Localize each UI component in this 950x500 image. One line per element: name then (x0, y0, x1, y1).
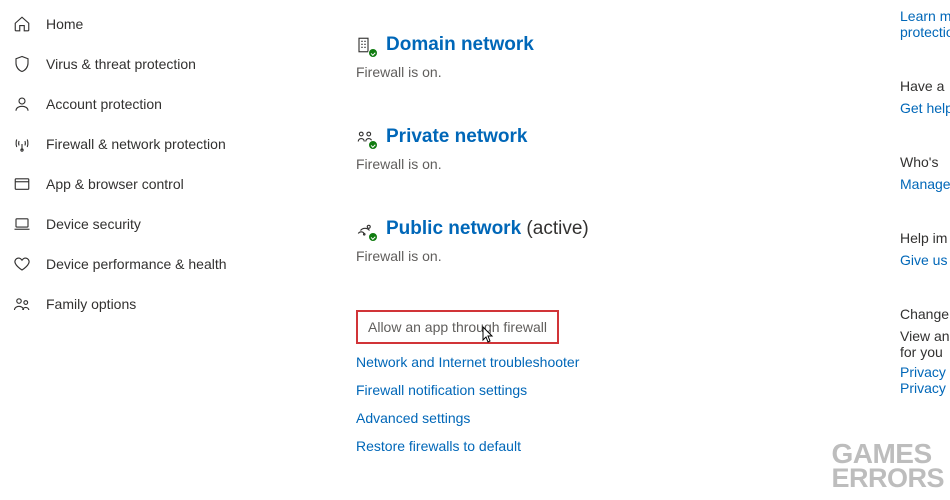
sidebar-item-device-security[interactable]: Device security (0, 204, 300, 244)
public-network-block: Public network (active) Firewall is on. (356, 218, 950, 264)
help-improve-heading: Help im (900, 230, 950, 246)
sidebar-item-label: Home (46, 16, 83, 32)
network-troubleshooter-link[interactable]: Network and Internet troubleshooter (356, 348, 950, 376)
sidebar-item-label: Family options (46, 296, 136, 312)
get-help-link[interactable]: Get help (900, 100, 950, 116)
for-you-text: for you (900, 344, 950, 360)
public-network-status: Firewall is on. (356, 248, 950, 264)
firewall-actions: Allow an app through firewall Network an… (356, 310, 950, 460)
public-network-active: (active) (521, 218, 589, 239)
privacy-link-1[interactable]: Privacy (900, 364, 950, 380)
public-network-link[interactable]: Public network (386, 218, 521, 239)
manage-link[interactable]: Manage (900, 176, 950, 192)
main-content: Domain network Firewall is on. Private n… (300, 0, 950, 500)
shield-icon (12, 54, 32, 74)
sidebar-item-label: Device security (46, 216, 141, 232)
sidebar-item-label: Device performance & health (46, 256, 227, 272)
sidebar-item-app-browser[interactable]: App & browser control (0, 164, 300, 204)
sidebar: Home Virus & threat protection Account p… (0, 0, 300, 500)
person-icon (12, 94, 32, 114)
family-icon (12, 294, 32, 314)
privacy-link-2[interactable]: Privacy (900, 380, 950, 396)
sidebar-item-account[interactable]: Account protection (0, 84, 300, 124)
sidebar-item-label: Virus & threat protection (46, 56, 196, 72)
private-network-block: Private network Firewall is on. (356, 126, 950, 172)
give-feedback-link[interactable]: Give us (900, 252, 950, 268)
domain-network-status: Firewall is on. (356, 64, 950, 80)
firewall-notification-settings-link[interactable]: Firewall notification settings (356, 376, 950, 404)
domain-network-block: Domain network Firewall is on. (356, 34, 950, 80)
private-network-link[interactable]: Private network (386, 126, 528, 148)
sidebar-item-home[interactable]: Home (0, 4, 300, 44)
sidebar-item-firewall[interactable]: Firewall & network protection (0, 124, 300, 164)
learn-more-link[interactable]: Learn m (900, 8, 950, 24)
have-question-heading: Have a (900, 78, 950, 94)
device-icon (12, 214, 32, 234)
private-network-icon (356, 128, 374, 146)
network-icon (12, 134, 32, 154)
sidebar-item-label: Account protection (46, 96, 162, 112)
restore-firewalls-link[interactable]: Restore firewalls to default (356, 432, 950, 460)
sidebar-item-label: Firewall & network protection (46, 136, 226, 152)
private-network-status: Firewall is on. (356, 156, 950, 172)
public-network-icon (356, 220, 374, 238)
change-heading: Change (900, 306, 950, 322)
app-control-icon (12, 174, 32, 194)
advanced-settings-link[interactable]: Advanced settings (356, 404, 950, 432)
heart-icon (12, 254, 32, 274)
whos-protecting-heading: Who's (900, 154, 950, 170)
sidebar-item-performance[interactable]: Device performance & health (0, 244, 300, 284)
domain-network-link[interactable]: Domain network (386, 34, 534, 56)
domain-network-icon (356, 36, 374, 54)
protection-link[interactable]: protectio (900, 24, 950, 40)
sidebar-item-label: App & browser control (46, 176, 184, 192)
view-and-text: View an (900, 328, 950, 344)
right-panel: Learn m protectio Have a Get help Who's … (900, 0, 950, 500)
home-icon (12, 14, 32, 34)
sidebar-item-family[interactable]: Family options (0, 284, 300, 324)
allow-app-through-firewall-link[interactable]: Allow an app through firewall (356, 310, 559, 344)
sidebar-item-virus[interactable]: Virus & threat protection (0, 44, 300, 84)
